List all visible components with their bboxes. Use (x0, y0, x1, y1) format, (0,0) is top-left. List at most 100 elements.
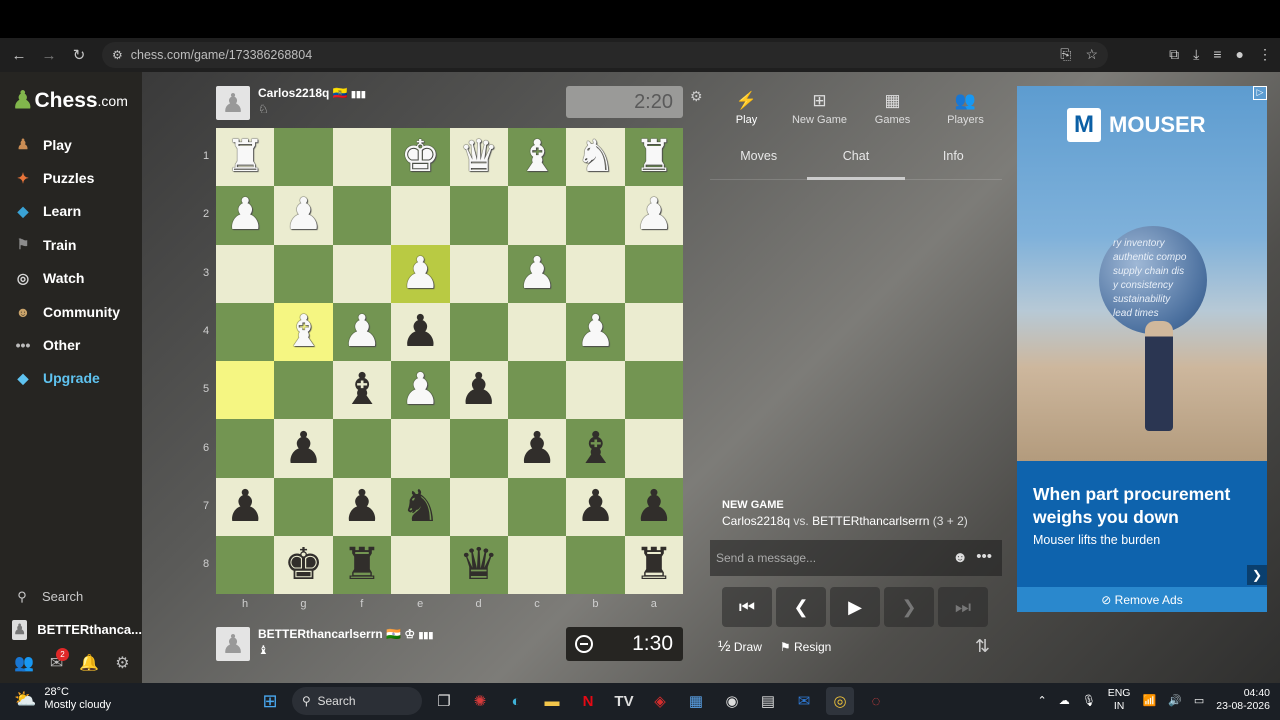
calculator-icon[interactable]: ▤ (754, 687, 782, 715)
board-square[interactable]: ♟ (566, 302, 625, 362)
resign-button[interactable]: ⚑ Resign (780, 640, 831, 654)
subtab-moves[interactable]: Moves (710, 132, 807, 179)
language-indicator[interactable]: ENG IN (1108, 687, 1131, 713)
black-pawn-piece[interactable]: ♟ (225, 484, 264, 529)
board-square[interactable]: ♟ (274, 419, 333, 478)
sidebar-user[interactable]: ♟ BETTERthanca... (0, 613, 142, 646)
black-rook-piece[interactable]: ♜ (634, 543, 673, 587)
wifi-icon[interactable]: 📶 (1142, 694, 1156, 707)
black-bishop-piece[interactable]: ♝ (576, 426, 615, 471)
chevron-up-icon[interactable]: ⌃ (1038, 694, 1047, 707)
advertisement[interactable]: ▷ M MOUSER ry inventory authentic compo su… (1017, 86, 1267, 612)
board-square[interactable] (624, 419, 684, 478)
microphone-icon[interactable]: 🎙 (1082, 694, 1096, 707)
board-square[interactable]: ♛ (449, 536, 508, 595)
board-square[interactable]: ♟ (507, 244, 567, 303)
cloud-icon[interactable]: ☁ (1059, 694, 1070, 707)
board-square[interactable] (216, 244, 275, 303)
white-rook-piece[interactable]: ♜ (225, 135, 264, 179)
white-queen-piece[interactable]: ♛ (459, 135, 498, 179)
black-knight-piece[interactable]: ♞ (401, 484, 440, 529)
board-square[interactable]: ♛ (449, 128, 508, 187)
board-square[interactable] (274, 244, 333, 303)
address-bar[interactable]: ⚙ chess.com/game/173386268804 ⎘ ☆ (102, 42, 1108, 68)
white-pawn-piece[interactable]: ♟ (634, 193, 673, 237)
white-bishop-piece[interactable]: ♝ (284, 310, 323, 354)
chrome-icon[interactable]: ◎ (826, 687, 854, 715)
white-pawn-piece[interactable]: ♟ (401, 368, 440, 412)
subtab-info[interactable]: Info (905, 132, 1002, 179)
store-icon[interactable]: ▦ (682, 687, 710, 715)
board-square[interactable]: ♜ (624, 128, 684, 187)
board-square[interactable]: ♟ (274, 186, 333, 245)
board-square[interactable] (507, 302, 567, 362)
board-square[interactable]: ♟ (624, 186, 684, 245)
white-knight-piece[interactable]: ♞ (576, 135, 615, 179)
board-square[interactable]: ♝ (332, 361, 392, 420)
board-settings-gear-icon[interactable]: ⚙ (690, 88, 703, 105)
black-rook-piece[interactable]: ♜ (342, 543, 381, 587)
black-pawn-piece[interactable]: ♟ (576, 484, 615, 529)
board-square[interactable]: ♟ (624, 477, 684, 537)
board-square[interactable]: ♝ (274, 302, 333, 362)
board-square[interactable] (391, 536, 450, 595)
board-square[interactable]: ♟ (566, 477, 625, 537)
board-square[interactable] (449, 244, 508, 303)
install-icon[interactable]: ⎘ (1060, 46, 1071, 63)
board-square[interactable] (449, 419, 508, 478)
board-square[interactable]: ♞ (566, 128, 625, 187)
bottom-player-avatar[interactable]: ♟ (216, 627, 250, 661)
board-square[interactable] (449, 186, 508, 245)
task-view-icon[interactable]: ❐ (430, 687, 458, 715)
chess-board[interactable]: ♜ ♚ ♛ ♝ ♞ ♜ ♟ ♟ ♟ ♟ ♟ ♝ ♟ ♟ ♟ ♝ ♟ ♟ ♟ ♟ ♝ ♟ ♟ ♞ ♟ ♟ ♚ ♜ ♛ ♜ (216, 128, 684, 595)
white-pawn-piece[interactable]: ♟ (517, 251, 556, 296)
volume-icon[interactable]: 🔊 (1168, 694, 1182, 707)
sidebar-item-other[interactable]: ••• Other (0, 328, 142, 361)
sidebar-item-upgrade[interactable]: ◆ Upgrade (0, 362, 142, 395)
white-pawn-piece[interactable]: ♟ (342, 310, 381, 354)
draw-button[interactable]: ½ Draw (718, 638, 762, 655)
chat-input[interactable]: Send a message... ☻ ••• (710, 540, 1002, 576)
sidebar-item-community[interactable]: ☻ Community (0, 295, 142, 328)
board-square[interactable] (507, 361, 567, 420)
extensions-icon[interactable]: ⧉ (1169, 46, 1179, 63)
media-icon[interactable]: ≡ (1213, 46, 1221, 63)
white-king-piece[interactable]: ♚ (401, 135, 440, 179)
black-king-piece[interactable]: ♚ (284, 543, 323, 587)
sidebar-item-play[interactable]: ♟ Play (0, 128, 142, 161)
board-square[interactable]: ♟ (216, 477, 275, 537)
board-square[interactable] (566, 361, 625, 420)
white-rook-piece[interactable]: ♜ (634, 135, 673, 179)
outlook-icon[interactable]: ✉ (790, 687, 818, 715)
board-square[interactable] (332, 419, 392, 478)
black-pawn-piece[interactable]: ♟ (517, 426, 556, 471)
white-bishop-piece[interactable]: ♝ (517, 135, 556, 179)
board-square[interactable] (566, 536, 625, 595)
play-moves-button[interactable]: ▶ (830, 587, 880, 627)
black-bishop-piece[interactable]: ♝ (342, 368, 381, 412)
chess-logo[interactable]: ♟ Chess .com (12, 86, 128, 115)
board-square[interactable]: ♟ (449, 361, 508, 420)
board-square[interactable] (274, 477, 333, 537)
clock-date[interactable]: 04:40 23-08-2026 (1216, 687, 1270, 713)
bottom-player-name[interactable]: BETTERthancarlserrn (258, 627, 383, 641)
board-square[interactable] (507, 477, 567, 537)
battery-icon[interactable]: ▭ (1194, 694, 1204, 707)
file-explorer-icon[interactable]: ▬ (538, 687, 566, 715)
next-move-button[interactable]: ❯ (884, 587, 934, 627)
taskbar-search[interactable]: ⚲ Search (292, 687, 422, 715)
board-square[interactable]: ♝ (507, 128, 567, 187)
netflix-icon[interactable]: N (574, 687, 602, 715)
white-pawn-piece[interactable]: ♟ (225, 193, 264, 237)
board-square[interactable] (391, 419, 450, 478)
board-square[interactable]: ♟ (332, 477, 392, 537)
board-square[interactable]: ♟ (332, 302, 392, 362)
weather-widget[interactable]: ⛅ 28°C Mostly cloudy (14, 686, 111, 712)
board-square[interactable] (566, 186, 625, 245)
first-move-button[interactable]: ⏮ (722, 587, 772, 627)
board-square[interactable] (216, 302, 275, 362)
edge-icon[interactable]: ◐ (502, 687, 530, 715)
profile-icon[interactable]: ● (1236, 46, 1244, 63)
board-square[interactable] (507, 536, 567, 595)
white-pawn-piece[interactable]: ♟ (401, 251, 440, 296)
